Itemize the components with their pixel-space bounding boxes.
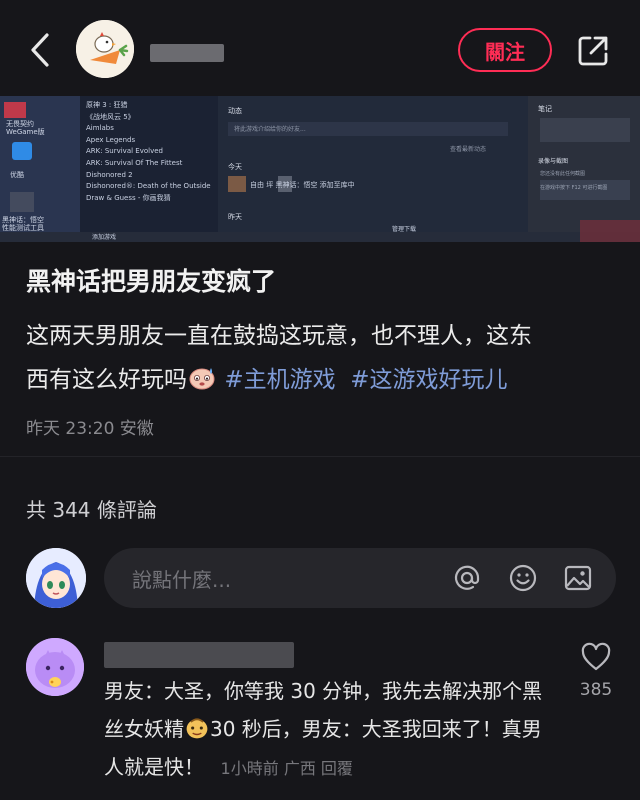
comment-count: 共 344 條評論 — [26, 498, 157, 522]
desktop-icon-label: 黑神话：悟空 性能测试工具 — [2, 216, 44, 232]
divider — [0, 456, 640, 457]
like-count: 385 — [579, 680, 613, 700]
game-list-item: Dishonored®: Death of the Outside — [86, 182, 211, 191]
post-title: 黑神话把男朋友变疯了 — [26, 267, 277, 296]
today-label: 今天 — [228, 163, 242, 171]
post-photo[interactable]: 无畏契约 WeGame版 优酷 黑神话：悟空 性能测试工具 原神 3 : 狂猎 … — [0, 96, 640, 242]
share-icon — [578, 36, 608, 66]
hashtag-link[interactable]: #主机游戏 — [224, 367, 335, 393]
post-body-line: 这两天男朋友一直在鼓捣这玩意，也不理人，这东 — [26, 323, 532, 349]
game-list-item: Apex Legends — [86, 135, 136, 144]
screenshot-hint: 在游戏中按下 F12 可进行截图 — [540, 185, 608, 191]
commenter-name-redacted[interactable] — [104, 642, 294, 668]
post-meta: 昨天 23:20 安徽 — [26, 419, 154, 439]
comment-meta: 1小時前 广西 回覆 — [210, 759, 353, 778]
author-avatar[interactable] — [76, 20, 134, 78]
add-game-label: 添加游戏 — [92, 234, 117, 241]
my-avatar[interactable] — [26, 548, 86, 608]
image-icon[interactable] — [563, 563, 593, 593]
sweat-emoji-icon — [189, 368, 215, 390]
post-body-text: 西有这么好玩吗 — [26, 367, 187, 393]
game-list: 原神 3 : 狂猎 《战地风云 5》 Aimlabs Apex Legends … — [86, 100, 216, 204]
emoji-icon[interactable] — [508, 563, 538, 593]
follow-button[interactable]: 關注 — [458, 28, 552, 72]
yesterday-label: 昨天 — [228, 213, 242, 221]
game-list-item: ARK: Survival Of The Fittest — [86, 158, 183, 167]
game-list-item: 原神 3 : 狂猎 — [86, 101, 128, 109]
heart-icon[interactable] — [580, 642, 612, 672]
game-list-item: 《战地风云 5》 — [86, 112, 135, 121]
commenter-avatar[interactable] — [26, 638, 84, 696]
notes-label: 笔记 — [538, 105, 552, 113]
activity-label: 动态 — [228, 107, 242, 115]
comment-time: 1小時前 — [220, 759, 279, 778]
share-button[interactable] — [574, 32, 612, 70]
post-body: 这两天男朋友一直在鼓捣这玩意，也不理人，这东 西有这么好玩吗 #主机游戏 #这游… — [26, 314, 622, 402]
comment-input-placeholder: 說點什麼... — [132, 567, 232, 592]
reply-button[interactable]: 回覆 — [321, 759, 353, 778]
comment-input[interactable]: 說點什麼... — [104, 548, 616, 608]
sly-face-emoji-icon — [186, 718, 208, 739]
hashtag-link[interactable]: #这游戏好玩儿 — [350, 367, 507, 393]
manage-download-label: 管理下载 — [392, 226, 417, 233]
comment-location: 广西 — [283, 759, 316, 778]
friend-activity: 自由 坪 黑神话：悟空 添加至库中 — [250, 181, 355, 189]
desktop-icon-label: 优酷 — [10, 171, 24, 179]
desktop-icon-label: 无畏契约 WeGame版 — [6, 120, 45, 136]
comment-text: 男友：大圣，你等我 30 分钟，我先去解决那个黑丝女妖精 30 秒后，男友：大圣… — [104, 672, 554, 788]
mention-icon[interactable] — [452, 563, 482, 593]
chevron-left-icon — [31, 33, 49, 67]
author-name-redacted[interactable] — [150, 44, 224, 62]
game-list-item: Aimlabs — [86, 124, 114, 133]
screenshot-label: 录像与截图 — [538, 158, 569, 165]
top-bar: 關注 — [0, 0, 640, 96]
activity-input-text: 将此游戏介绍给你的好友... — [234, 126, 306, 133]
screenshot-hint: 您还没有此任何截图 — [540, 171, 586, 177]
post-body-line: 西有这么好玩吗 #主机游戏 #这游戏好玩儿 — [26, 358, 622, 402]
game-list-item: Draw & Guess - 你画我猜 — [86, 193, 171, 202]
game-list-item: Dishonored 2 — [86, 170, 133, 179]
game-list-item: ARK: Survival Evolved — [86, 147, 163, 156]
view-all-label: 查看最新动态 — [450, 146, 487, 153]
back-button[interactable] — [22, 28, 58, 72]
